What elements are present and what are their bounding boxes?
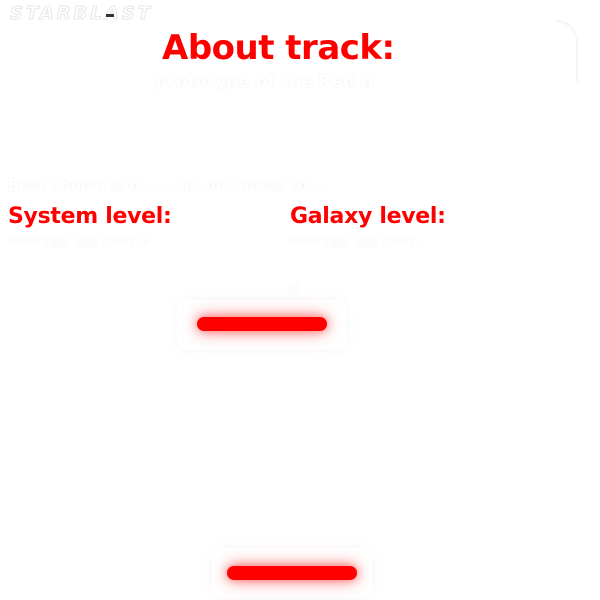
top-red-button[interactable]	[197, 317, 327, 331]
galaxy-lap-time: Average lap time:	[288, 232, 421, 250]
system-level-label: System level:	[8, 204, 172, 229]
about-track-title: About track:	[162, 28, 395, 68]
track-description: Best choice is b... ...al, or Cancel to.…	[8, 176, 325, 194]
bottom-red-button[interactable]	[227, 566, 357, 580]
misc-small-text: M	[288, 282, 300, 297]
logo-accent-bar	[106, 14, 114, 17]
galaxy-level-label: Galaxy level:	[290, 204, 446, 229]
track-subtitle: prototype of the Red b	[155, 72, 374, 92]
corner-frame-decoration	[556, 20, 578, 82]
system-lap-time: Average lap time:4	[8, 232, 151, 250]
